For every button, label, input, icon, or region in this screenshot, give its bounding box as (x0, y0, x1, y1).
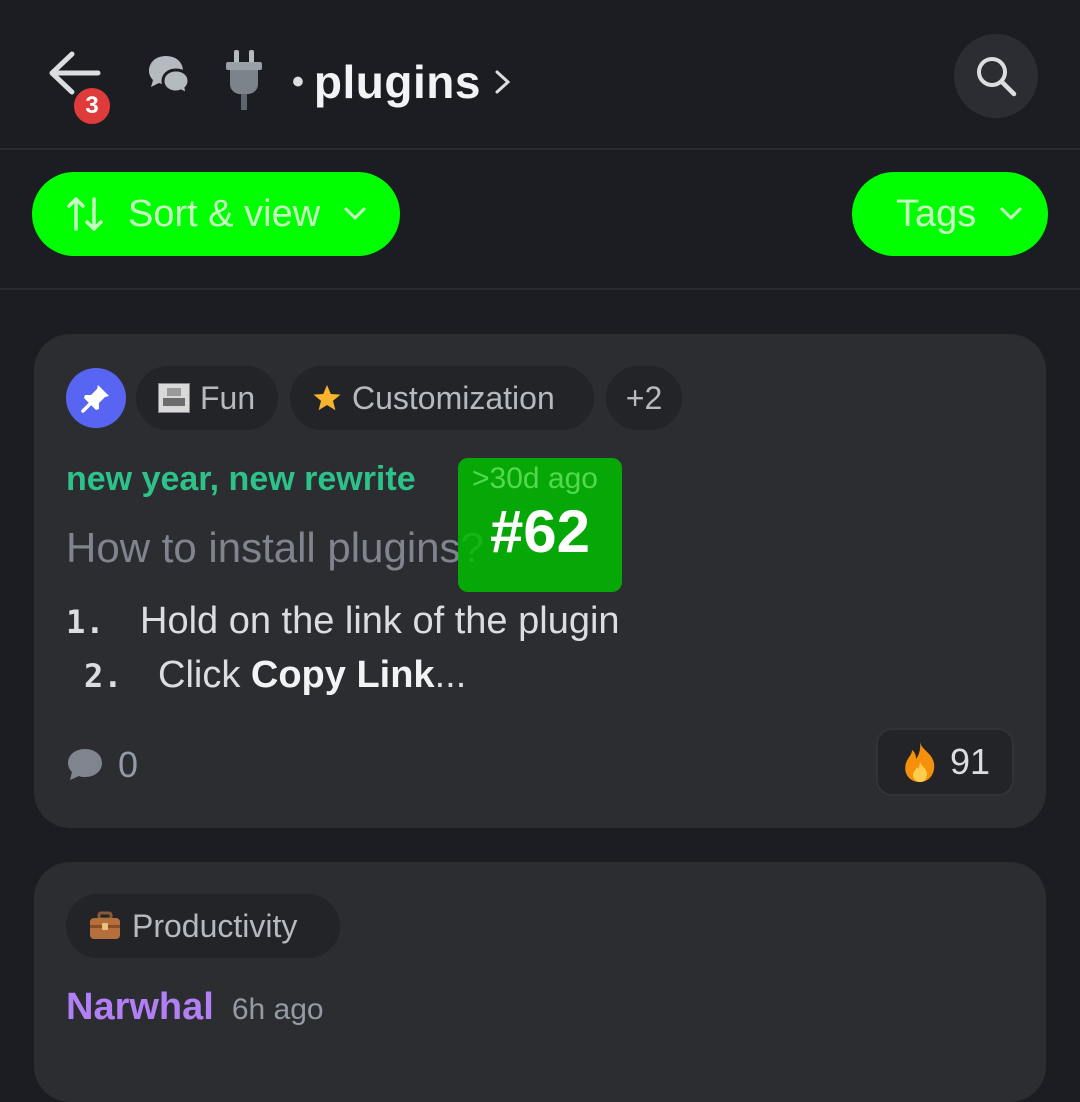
chevron-down-icon (1000, 207, 1022, 221)
star-icon (313, 385, 341, 411)
post-meta: new year, new rewrite (66, 460, 416, 499)
comment-count-value: 0 (118, 744, 139, 785)
forum-post-card[interactable]: Fun Customization +2 new year, new rewri… (34, 334, 1046, 828)
channel-header: 3 • plugins (0, 0, 1080, 150)
unread-badge: 3 (70, 84, 114, 128)
briefcase-icon (90, 911, 120, 939)
pinned-indicator (66, 368, 126, 428)
list-item: 1. Hold on the link of the plugin (66, 600, 620, 654)
threads-icon (149, 56, 191, 97)
chevron-right-icon (495, 70, 511, 94)
post-title: How to install plugins? (66, 524, 484, 571)
comment-count: 0 (66, 744, 138, 786)
post-author[interactable]: new year, new rewrite (66, 460, 416, 499)
search-icon (977, 57, 1017, 97)
channel-name: plugins (313, 56, 481, 108)
reaction-count: 91 (949, 741, 991, 782)
tag-customization: Customization (290, 366, 594, 430)
post-preview-list: 1. Hold on the link of the plugin 2. Cli… (66, 600, 620, 708)
tag-productivity: Productivity (66, 894, 340, 958)
post-meta: Narwhal 6h ago (66, 986, 324, 1029)
sort-icon (67, 197, 103, 231)
tag-label: Fun (200, 379, 256, 416)
list-number: 2. (84, 657, 123, 695)
list-item: 2. Click Copy Link... (66, 654, 620, 708)
pin-icon (81, 385, 109, 413)
channel-title[interactable]: • plugins (292, 50, 515, 114)
tag-label: +2 (625, 379, 663, 416)
fun-tag-image (158, 383, 190, 413)
post-author[interactable]: Narwhal (66, 986, 214, 1029)
fire-emoji-icon (905, 742, 935, 782)
tag-label: Customization (352, 379, 555, 416)
list-number: 1. (66, 603, 105, 641)
reaction-fire[interactable]: 91 (876, 728, 1014, 796)
search-button[interactable] (954, 34, 1038, 118)
forum-post-card[interactable]: Productivity Narwhal 6h ago (34, 862, 1046, 1102)
list-text: Click Copy Link... (158, 654, 467, 696)
plug-icon (226, 50, 262, 110)
chevron-down-icon (344, 207, 366, 221)
sort-view-label: Sort & view (128, 192, 321, 235)
post-time: 6h ago (231, 993, 324, 1026)
list-text: Hold on the link of the plugin (140, 600, 620, 642)
chat-bubble-icon (68, 749, 102, 780)
tags-button[interactable]: Tags (852, 172, 1048, 256)
tags-label: Tags (896, 192, 977, 235)
tag-overflow-count: +2 (606, 366, 682, 430)
tag-label: Productivity (132, 907, 298, 944)
tag-fun: Fun (136, 366, 278, 430)
title-separator: • (292, 62, 304, 101)
post-time: >30d ago (472, 462, 598, 495)
filter-bar: Sort & view Tags (0, 152, 1080, 290)
sort-view-button[interactable]: Sort & view (32, 172, 400, 256)
